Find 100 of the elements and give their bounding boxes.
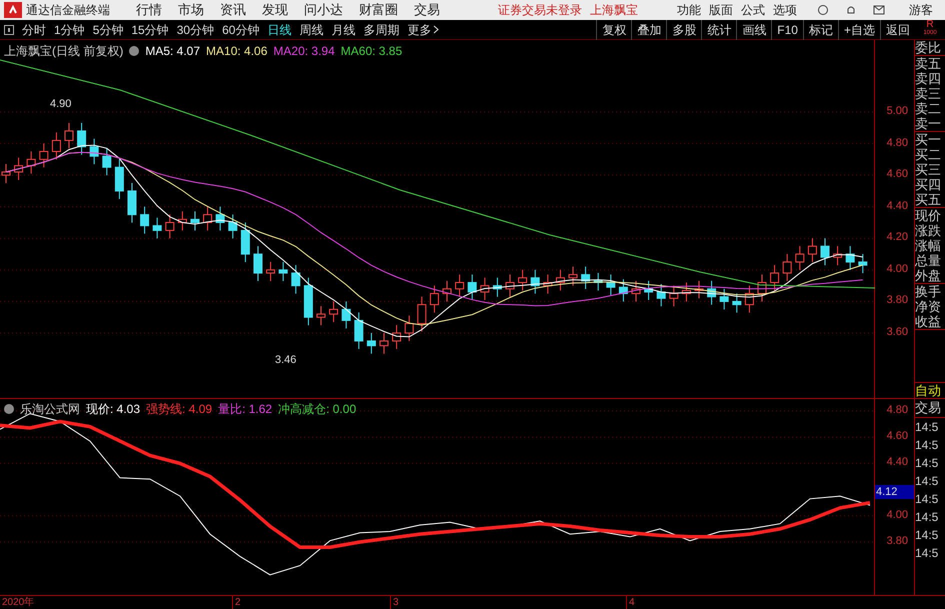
time-axis-label: 3	[390, 596, 626, 609]
menu-item[interactable]: 行情	[128, 0, 170, 20]
period-tab[interactable]: 分时	[18, 20, 50, 38]
candlestick	[656, 284, 666, 307]
time-axis-label: 4	[626, 596, 635, 609]
legend-item: 冲高减仓: 0.00	[278, 401, 356, 418]
period-tab[interactable]: 日线	[263, 20, 296, 38]
mail-icon[interactable]	[873, 5, 885, 15]
tool-menu-item[interactable]: 公式	[737, 0, 769, 20]
candlestick	[795, 246, 804, 270]
more-button[interactable]: 更多	[403, 20, 444, 38]
axis-label: 4.60	[886, 431, 908, 442]
candlestick	[782, 254, 792, 282]
candlestick	[304, 277, 313, 326]
menu-item[interactable]: 财富圈	[351, 0, 406, 20]
chart-title: 上海飘宝(日线 前复权)	[4, 43, 124, 60]
toolbar-button[interactable]: 复权	[596, 20, 632, 40]
legend-item: MA5: 4.07	[145, 43, 200, 60]
candlestick	[455, 274, 464, 298]
quote-label: 卖一	[915, 116, 942, 131]
toolbar-button[interactable]: 返回	[880, 20, 915, 40]
candlestick	[492, 277, 502, 298]
candlestick	[114, 158, 124, 200]
tool-menu-item[interactable]: 选项	[769, 0, 801, 20]
axis-label: 4.40	[886, 200, 908, 212]
period-tab[interactable]: 60分钟	[218, 20, 264, 38]
candlestick	[165, 214, 174, 239]
login-status[interactable]: 证券交易未登录	[498, 0, 582, 20]
period-tab[interactable]: 周线	[295, 20, 328, 38]
candlestick	[506, 274, 514, 298]
candlestick	[720, 288, 729, 310]
candlestick	[14, 157, 24, 180]
candlestick	[669, 285, 678, 307]
dropdown-icon[interactable]	[4, 404, 14, 414]
auto-label[interactable]: 自动	[915, 382, 945, 398]
trade-time: 14:5	[915, 545, 940, 562]
candlestick	[152, 217, 162, 239]
candlestick	[744, 285, 754, 314]
menu-item[interactable]: 资讯	[212, 0, 254, 20]
tool-menu-item[interactable]: 功能	[673, 0, 705, 20]
menu-item[interactable]: 发现	[254, 0, 296, 20]
quote-label: 净资	[915, 299, 942, 314]
quote-label: 换手	[915, 284, 942, 299]
chat-icon[interactable]	[817, 4, 829, 16]
candlestick	[543, 274, 552, 294]
axis-label: 4.20	[886, 232, 908, 244]
toolbar-button[interactable]: F10	[771, 20, 803, 40]
menu-item[interactable]: 交易	[406, 0, 448, 20]
toolbar-button[interactable]: 标记	[802, 20, 838, 40]
quote-label: 卖二	[915, 101, 942, 116]
toolbar-button[interactable]: +自选	[838, 20, 880, 40]
candlestick	[808, 238, 817, 263]
toolbar-button[interactable]: 统计	[701, 20, 736, 40]
quote-label: 总量	[915, 253, 942, 268]
app-title: 通达信金融终端	[26, 2, 110, 19]
candlestick	[846, 246, 855, 270]
dropdown-icon[interactable]	[129, 46, 140, 56]
candlestick	[468, 274, 477, 300]
time-axis-label: 2	[232, 596, 390, 609]
candlestick	[102, 148, 112, 176]
candlestick	[26, 150, 36, 174]
period-tab[interactable]: 15分钟	[127, 20, 173, 38]
candlestick	[707, 280, 716, 306]
menu-item[interactable]: 市场	[170, 0, 212, 20]
candlestick	[581, 266, 590, 290]
candlestick	[417, 296, 426, 332]
toolbar-button[interactable]: 多股	[666, 20, 702, 40]
period-tab[interactable]: 多周期	[359, 20, 404, 38]
candlestick	[140, 206, 150, 234]
toolbar-button[interactable]: 叠加	[631, 20, 666, 40]
candlestick	[190, 210, 200, 232]
period-tab[interactable]: 30分钟	[172, 20, 218, 38]
quote-label: 外盘	[915, 268, 942, 283]
tool-menu-item[interactable]: 版面	[705, 0, 737, 20]
legend-item: MA60: 3.85	[340, 43, 402, 60]
candlestick	[732, 292, 742, 314]
quote-label: 收益	[915, 314, 942, 329]
candlestick	[758, 274, 766, 302]
period-tab[interactable]: 5分钟	[88, 20, 128, 38]
candlestick	[556, 269, 565, 292]
toolbar-button[interactable]: 画线	[736, 20, 772, 40]
user-button[interactable]: 游客	[909, 0, 933, 20]
candlestick	[442, 280, 452, 302]
candlestick	[858, 254, 868, 274]
trade-time: 14:5	[915, 491, 940, 508]
candlestick	[77, 122, 86, 156]
quote-label: 买五	[915, 192, 942, 207]
app-logo-icon	[4, 2, 22, 18]
candlestick	[770, 264, 780, 292]
panel-toggle-icon[interactable]	[4, 24, 14, 34]
panel-header: R	[926, 20, 934, 30]
axis-label: 4.80	[886, 405, 908, 416]
period-tab[interactable]: 1分钟	[50, 20, 89, 38]
candlestick	[216, 206, 225, 232]
trade-label: 交易	[915, 399, 945, 418]
candlestick	[64, 122, 74, 149]
period-tab[interactable]: 月线	[327, 20, 360, 38]
candlestick	[342, 300, 351, 329]
axis-label: 4.60	[886, 169, 908, 180]
menu-item[interactable]: 问小达	[296, 0, 351, 20]
